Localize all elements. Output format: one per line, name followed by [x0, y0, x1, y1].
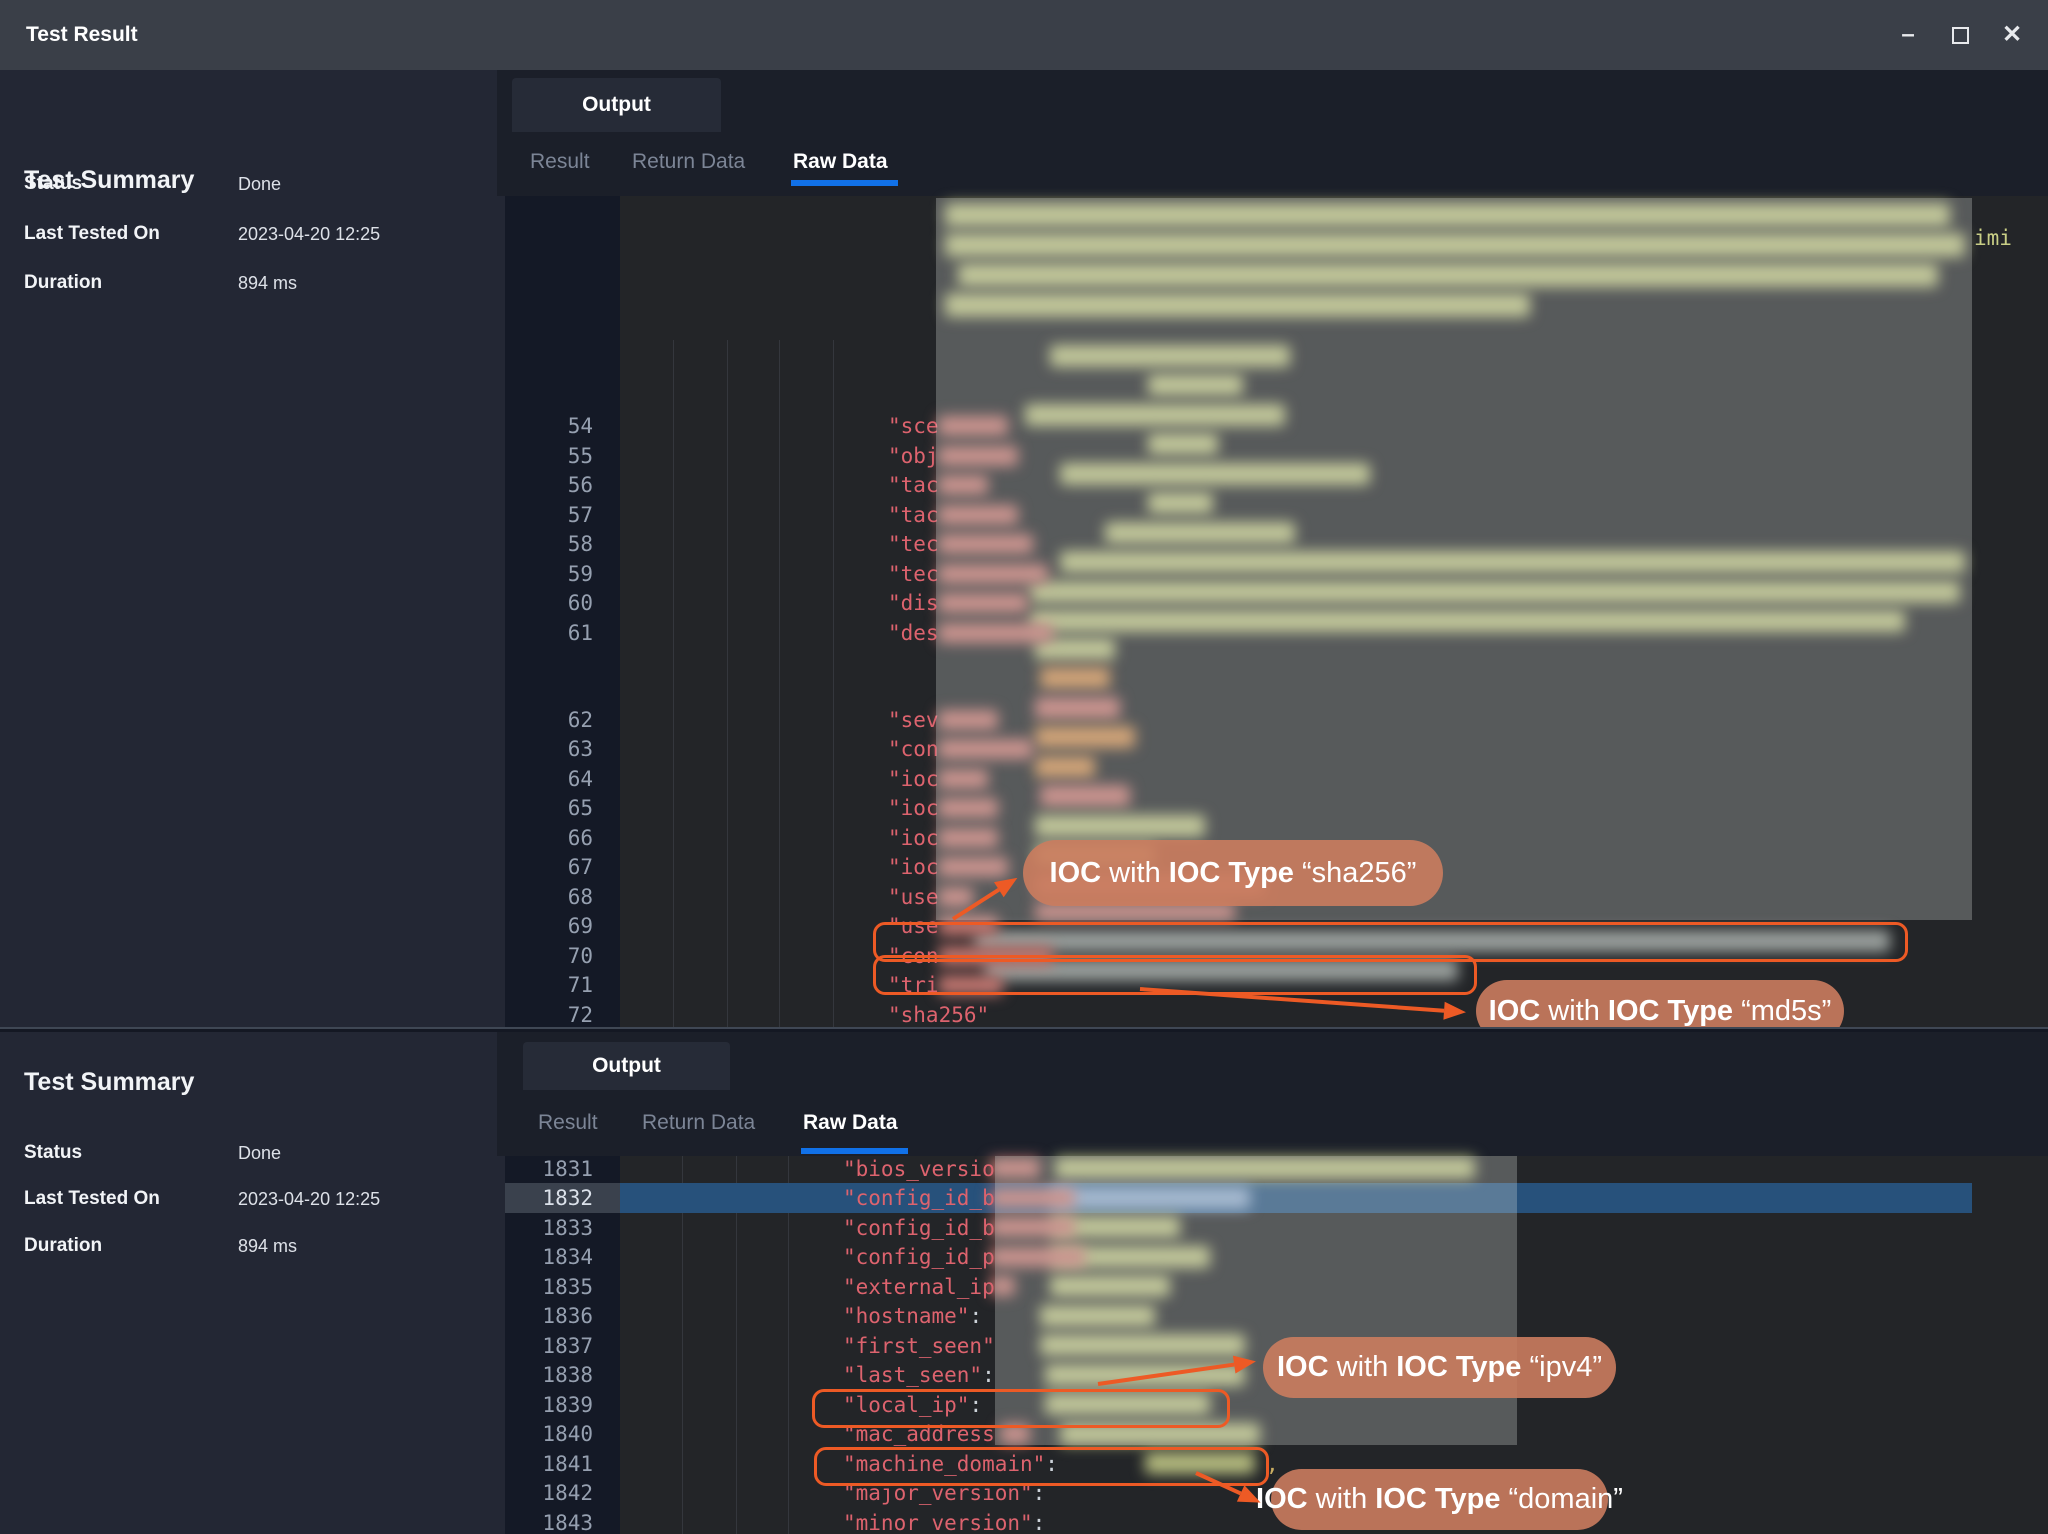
maximize-icon[interactable]: [1940, 0, 1980, 70]
maximize-square: [1952, 27, 1969, 44]
test-result-window: Test Result – ✕ Test SummaryStatusDoneLa…: [0, 0, 2048, 1534]
tab-raw-data[interactable]: Raw Data: [793, 150, 888, 174]
line-number: 62: [505, 705, 593, 735]
line-number: 65: [505, 793, 593, 823]
code-tokens: "con: [888, 734, 939, 764]
minimize-icon[interactable]: –: [1888, 0, 1928, 70]
tab-result[interactable]: Result: [530, 150, 590, 174]
summary-value: Done: [238, 174, 281, 195]
line-number: 68: [505, 882, 593, 912]
line-number: 1843: [505, 1508, 593, 1534]
line-number: 1842: [505, 1478, 593, 1508]
code-tokens: "bios_versio: [843, 1154, 995, 1184]
line-number: 63: [505, 734, 593, 764]
line-number: 1832: [505, 1183, 593, 1213]
summary-value: 2023-04-20 12:25: [238, 224, 380, 245]
summary-label: Duration: [24, 272, 102, 294]
summary-label: Status: [24, 173, 82, 195]
code-tokens: "ioc: [888, 764, 939, 794]
tab-output[interactable]: Output: [512, 78, 721, 132]
line-number: 1841: [505, 1449, 593, 1479]
code-tokens: "ioc: [888, 823, 939, 853]
code-tokens: "sce: [888, 411, 939, 441]
summary-row: Status Done: [24, 173, 494, 203]
code-tokens: "sev: [888, 705, 939, 735]
line-number: 66: [505, 823, 593, 853]
line-number: 72: [505, 1000, 593, 1028]
line-number: 70: [505, 941, 593, 971]
code-tokens: "use: [888, 882, 939, 912]
line-number: 55: [505, 441, 593, 471]
test-result-panel-top: Test SummaryStatusDoneLast Tested On2023…: [0, 70, 2048, 1027]
line-number: 69: [505, 911, 593, 941]
code-tokens: "dis: [888, 588, 939, 618]
code-tokens: "config_id_b: [843, 1213, 995, 1243]
code-line: 1843 "minor_version":: [0, 1508, 2048, 1534]
tab-return-data[interactable]: Return Data: [632, 150, 745, 174]
code-tokens: "des: [888, 618, 939, 648]
code-tokens: "ioc: [888, 852, 939, 882]
tab-result[interactable]: Result: [538, 1111, 598, 1135]
line-number: 1838: [505, 1360, 593, 1390]
tab-strip: [497, 70, 2048, 196]
code-tokens: "minor_version":: [843, 1508, 1045, 1534]
code-tokens: "config_id_b: [843, 1183, 995, 1213]
code-overflow-fragment: imi: [1974, 223, 2012, 253]
test-result-panel-bottom: Test SummaryStatusDoneLast Tested On2023…: [0, 1032, 2048, 1534]
summary-value: 894 ms: [238, 273, 297, 294]
line-number: 1835: [505, 1272, 593, 1302]
line-number: 1837: [505, 1331, 593, 1361]
tab-output[interactable]: Output: [523, 1042, 730, 1090]
code-tokens: "config_id_p: [843, 1242, 995, 1272]
window-titlebar: Test Result – ✕: [0, 0, 2048, 70]
line-number: 60: [505, 588, 593, 618]
ioc-callout-ipv4: IOC with IOC Type “ipv4”: [1263, 1337, 1616, 1398]
ioc-highlight-box: [812, 1389, 1230, 1428]
line-number: 59: [505, 559, 593, 589]
active-tab-underline: [791, 180, 898, 186]
summary-label: Last Tested On: [24, 223, 160, 245]
line-number: 1834: [505, 1242, 593, 1272]
code-tokens: "ioc: [888, 793, 939, 823]
close-icon[interactable]: ✕: [1992, 0, 2032, 70]
ioc-callout-sha256: IOC with IOC Type “sha256”: [1023, 840, 1443, 906]
line-number: 61: [505, 618, 593, 648]
line-number: 1840: [505, 1419, 593, 1449]
window-title: Test Result: [26, 0, 138, 70]
ioc-highlight-box: [873, 955, 1477, 995]
line-number: 64: [505, 764, 593, 794]
ioc-callout-domain: IOC with IOC Type “domain”: [1271, 1469, 1608, 1530]
summary-row: Last Tested On 2023-04-20 12:25: [24, 223, 494, 253]
summary-row: Duration 894 ms: [24, 272, 494, 302]
line-number: 67: [505, 852, 593, 882]
tab-return-data[interactable]: Return Data: [642, 1111, 755, 1135]
line-number: 1833: [505, 1213, 593, 1243]
code-tokens: "last_seen":: [843, 1360, 995, 1390]
code-tokens: "obj: [888, 441, 939, 471]
line-number: 54: [505, 411, 593, 441]
code-tokens: "sha256": [888, 1000, 989, 1028]
tab-raw-data[interactable]: Raw Data: [803, 1111, 898, 1135]
code-tokens: "tec: [888, 559, 939, 589]
ioc-highlight-box: [814, 1447, 1269, 1486]
line-number: 1836: [505, 1301, 593, 1331]
line-number: 56: [505, 470, 593, 500]
line-number: 71: [505, 970, 593, 1000]
blur-overlay: [936, 198, 1972, 920]
line-number: 57: [505, 500, 593, 530]
line-number: 1831: [505, 1154, 593, 1184]
code-tokens: "tac: [888, 500, 939, 530]
line-number: 58: [505, 529, 593, 559]
code-tokens: "tec: [888, 529, 939, 559]
line-number: 1839: [505, 1390, 593, 1420]
code-tokens: "external_ip: [843, 1272, 995, 1302]
code-tokens: "tac: [888, 470, 939, 500]
ioc-callout-md5s: IOC with IOC Type “md5s”: [1476, 980, 1844, 1027]
code-tokens: "hostname":: [843, 1301, 982, 1331]
summary-heading: Test Summary: [24, 1068, 194, 1097]
code-tokens: "first_seen": [843, 1331, 995, 1361]
